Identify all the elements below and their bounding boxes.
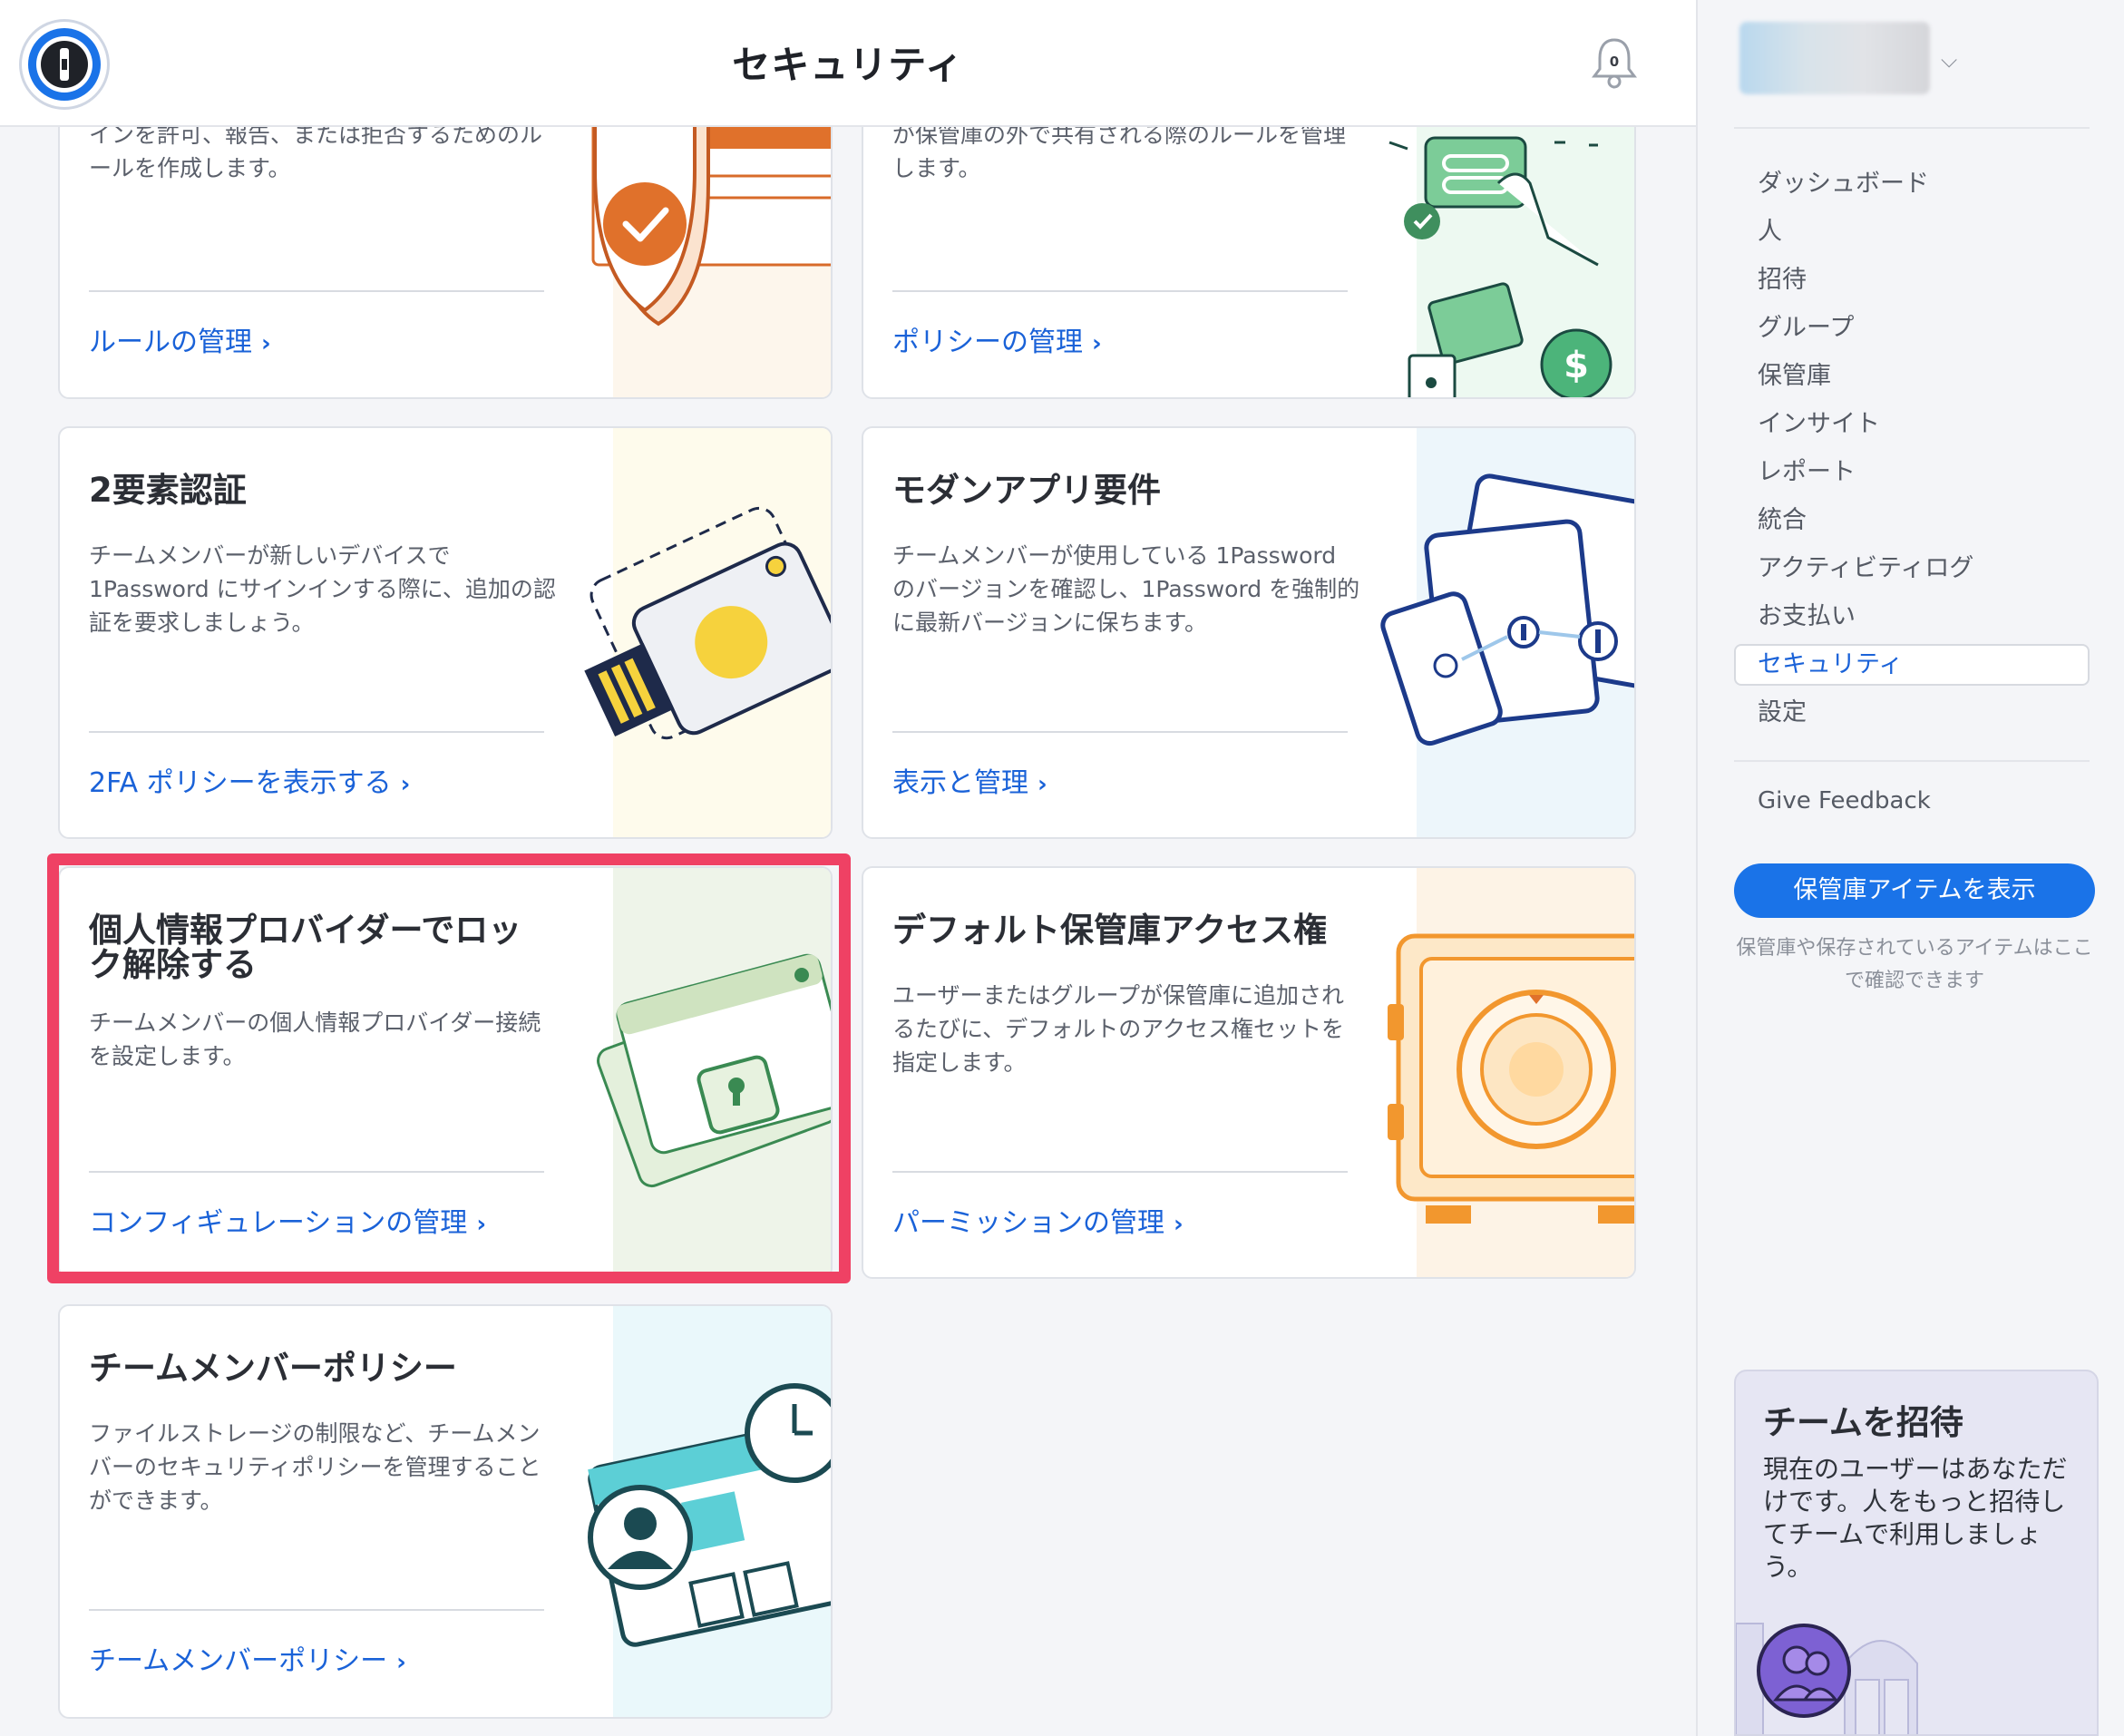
card-illustration [597,868,831,1277]
sidebar-divider [1734,127,2090,129]
card-divider [89,1171,544,1173]
chevron-right-icon: › [261,330,271,357]
chevron-right-icon: › [1092,330,1102,357]
invite-title: チームを招待 [1763,1403,1963,1442]
account-name-blurred [1739,22,1930,94]
invite-team-panel[interactable]: チームを招待 現在のユーザーはあなただけです。人をもっと招待してチームで利用しま… [1734,1370,2099,1736]
sidebar-item-groups[interactable]: グループ [1734,307,2090,349]
chevron-right-icon: › [400,771,411,798]
manage-permissions-link[interactable]: パーミッションの管理 › [892,1200,1184,1240]
card-illustration [1388,868,1634,1277]
card-title: モダンアプリ要件 [892,471,1161,510]
link-label: 2FA ポリシーを表示する [89,767,392,799]
notifications-button[interactable]: 0 [1589,34,1640,93]
card-title: デフォルト保管庫アクセス権 [892,911,1328,950]
sidebar-item-activity-log[interactable]: アクティビティログ [1734,548,2090,590]
manage-configuration-link[interactable]: コンフィギュレーションの管理 › [89,1200,486,1240]
card-description: ユーザーまたはグループが保管庫に追加されるたびに、デフォルトのアクセス権セットを… [892,982,1345,1076]
invite-description: 現在のユーザーはあなただけです。人をもっと招待してチームで利用しましょう。 [1763,1454,2068,1582]
main-content: セキュリティ 0 インを許可、報告、または拒否するためのルールを作成します。 ル… [0,0,1696,1736]
card-description: チームメンバーが新しいデバイスで1Password にサインインする際に、追加の… [89,542,556,636]
sidebar-item-insights[interactable]: インサイト [1734,404,2090,445]
chevron-right-icon: › [476,1211,487,1238]
chevron-right-icon: › [1174,1211,1184,1238]
card-illustration [1380,428,1634,837]
link-label: 表示と管理 [892,767,1028,799]
manage-policy-link[interactable]: ポリシーの管理 › [892,319,1102,359]
sidebar-item-vaults[interactable]: 保管庫 [1734,356,2090,397]
card-divider [892,290,1348,292]
sidebar-divider [1734,760,2090,762]
sidebar-item-dashboard[interactable]: ダッシュボード [1734,163,2090,205]
chevron-down-icon: ⌵ [1941,47,1958,73]
card-description: が保管庫の外で共有される際のルールを管理します。 [892,122,1347,181]
sidebar-item-invitations[interactable]: 招待 [1734,259,2090,301]
card-divider [89,290,544,292]
svg-text:$: $ [1564,345,1589,386]
invite-illustration [1736,1623,1918,1734]
default-vault-access-card: デフォルト保管庫アクセス権 ユーザーまたはグループが保管庫に追加されるたびに、デ… [862,866,1636,1279]
manage-rules-link[interactable]: ルールの管理 › [89,319,271,359]
vault-note: 保管庫や保存されているアイテムはここで確認できます [1736,937,2093,992]
card-description: チームメンバーの個人情報プロバイダー接続を設定します。 [89,1009,541,1069]
modern-app-card: モダンアプリ要件 チームメンバーが使用している 1Password のバージョン… [862,426,1636,839]
card-description: チームメンバーが使用している 1Password のバージョンを確認し、1Pas… [892,542,1360,636]
card-title: 2要素認証 [89,471,247,510]
link-label: チームメンバーポリシー [89,1645,388,1677]
chevron-right-icon: › [1038,771,1047,798]
sidebar-item-integrations[interactable]: 統合 [1734,500,2090,541]
card-divider [892,1171,1348,1173]
page-title: セキュリティ [732,43,964,87]
account-switcher[interactable]: ⌵ [1739,22,1957,94]
team-member-policy-card: チームメンバーポリシー ファイルストレージの制限など、チームメンバーのセキュリテ… [58,1304,833,1719]
sidebar-item-settings[interactable]: 設定 [1734,692,2090,734]
link-label: ポリシーの管理 [892,327,1083,358]
card-description: インを許可、報告、または拒否するためのルールを作成します。 [89,122,543,181]
bell-icon: 0 [1592,38,1637,89]
notification-count: 0 [1610,54,1619,70]
two-factor-card: 2要素認証 チームメンバーが新しいデバイスで1Password にサインインする… [58,426,833,839]
view-and-manage-link[interactable]: 表示と管理 › [892,760,1047,800]
sidebar-item-security[interactable]: セキュリティ [1734,644,2090,686]
chevron-right-icon: › [396,1649,406,1676]
card-divider [89,731,544,733]
sidebar: ⌵ ダッシュボード 人 招待 グループ 保管庫 インサイト レポート 統合 アク… [1696,0,2124,1736]
card-title: 個人情報プロバイダーでロック解除する [89,911,522,984]
link-label: パーミッションの管理 [892,1207,1164,1239]
give-feedback-link[interactable]: Give Feedback [1758,787,1931,814]
team-member-policy-link[interactable]: チームメンバーポリシー › [89,1638,406,1678]
view-2fa-policy-link[interactable]: 2FA ポリシーを表示する › [89,760,410,800]
view-vault-items-button[interactable]: 保管庫アイテムを表示 [1734,863,2095,918]
card-illustration [588,1306,831,1717]
identity-provider-card: 個人情報プロバイダーでロック解除する チームメンバーの個人情報プロバイダー接続を… [58,866,833,1279]
sidebar-item-people[interactable]: 人 [1734,211,2090,253]
card-description: ファイルストレージの制限など、チームメンバーのセキュリティポリシーを管理すること… [89,1420,541,1514]
link-label: コンフィギュレーションの管理 [89,1207,468,1239]
card-illustration [584,428,831,837]
header: セキュリティ 0 [0,0,1696,127]
link-label: ルールの管理 [89,327,252,358]
sidebar-item-reports[interactable]: レポート [1734,452,2090,493]
card-title: チームメンバーポリシー [89,1349,457,1388]
card-divider [892,731,1348,733]
sidebar-item-billing[interactable]: お支払い [1734,596,2090,638]
card-divider [89,1609,544,1611]
